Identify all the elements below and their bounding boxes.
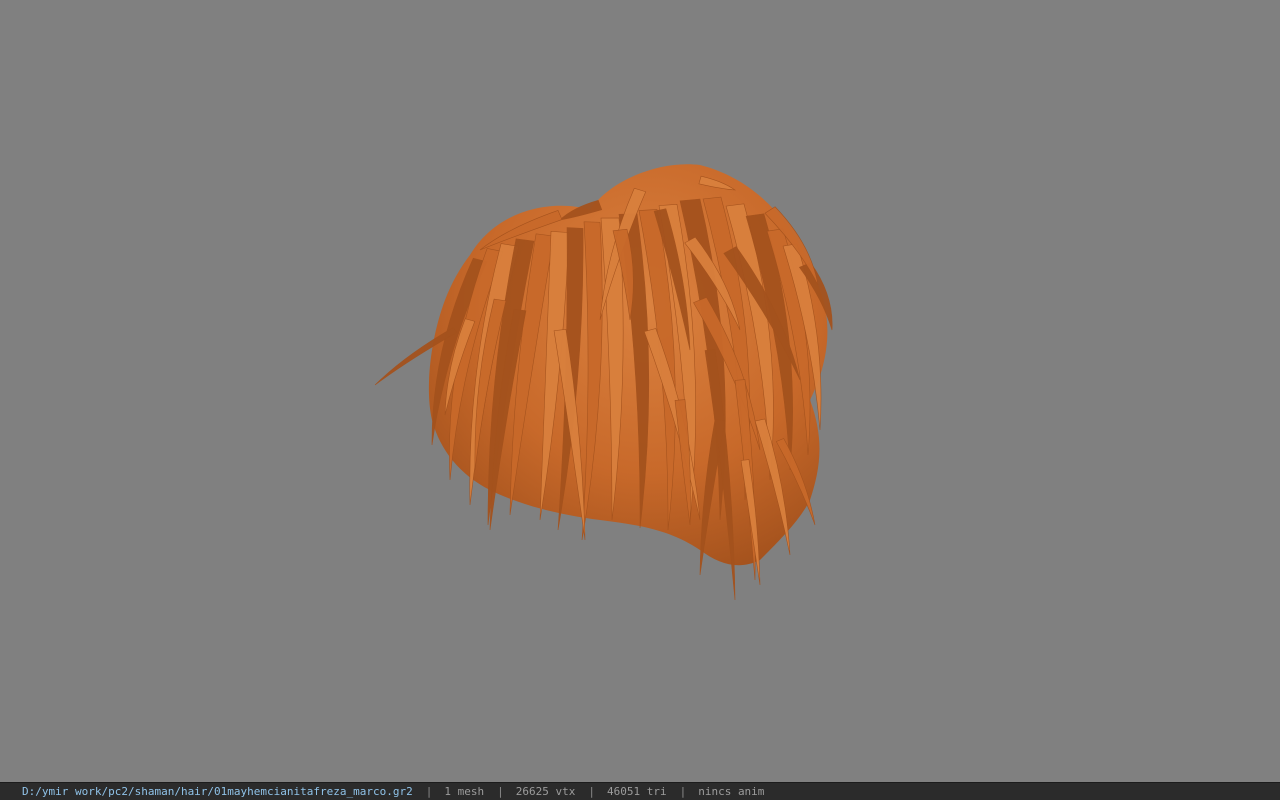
3d-viewport[interactable] (0, 0, 1280, 782)
separator: | (679, 785, 687, 798)
separator: | (497, 785, 504, 798)
separator: | (588, 785, 595, 798)
separator: | (425, 785, 433, 798)
file-path: D:/ymir work/pc2/shaman/hair/01mayhemcia… (22, 785, 413, 798)
vertex-count: 26625 vtx (515, 785, 576, 798)
triangle-count: 46051 tri (606, 785, 667, 798)
hair-model[interactable] (0, 0, 1280, 782)
status-bar: D:/ymir work/pc2/shaman/hair/01mayhemcia… (0, 782, 1280, 800)
mesh-count: 1 mesh (444, 785, 485, 798)
animation-status: nincs anim (698, 785, 765, 798)
